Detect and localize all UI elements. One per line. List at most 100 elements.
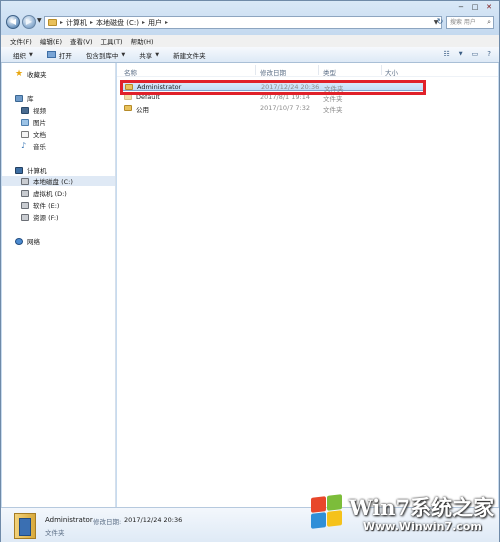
nav-item-label: 图片 [33, 119, 46, 127]
user-folder-icon [14, 513, 36, 539]
column-type[interactable]: 类型 [323, 67, 336, 77]
nav-item-videos[interactable]: 视频 [2, 105, 115, 115]
chevron-down-icon: ▼ [121, 51, 126, 58]
view-controls: ☷ ▼ ▭ ? [444, 50, 491, 59]
column-name[interactable]: 名称 [124, 67, 137, 77]
include-label: 包含到库中 [85, 51, 119, 60]
nav-item-label: 音乐 [33, 143, 46, 151]
menu-help[interactable]: 帮助(H) [131, 36, 154, 46]
details-name: Administrator [45, 516, 93, 524]
highlight-annotation [120, 80, 426, 95]
back-button[interactable]: ◀ [6, 15, 20, 29]
search-input[interactable]: 搜索 用户 ⌕ [446, 16, 494, 29]
organize-button[interactable]: 组织 ▼ [13, 50, 33, 60]
search-placeholder: 搜索 用户 [450, 19, 476, 26]
nav-network[interactable]: 网络 [2, 236, 115, 246]
column-date[interactable]: 修改日期 [260, 67, 286, 77]
chevron-down-icon[interactable]: ▼ [459, 50, 463, 59]
nav-drive-f[interactable]: 资源 (F:) [2, 212, 115, 222]
nav-drive-e[interactable]: 软件 (E:) [2, 200, 115, 210]
search-icon: ⌕ [487, 18, 491, 26]
include-in-library-button[interactable]: 包含到库中 ▼ [86, 50, 125, 60]
minimize-button[interactable]: − [455, 3, 467, 12]
nav-favorites-label: 收藏夹 [27, 71, 47, 79]
nav-favorites[interactable]: ★ 收藏夹 [2, 69, 115, 80]
menu-view[interactable]: 查看(V) [70, 36, 93, 46]
nav-item-documents[interactable]: 文档 [2, 129, 115, 139]
close-button[interactable]: ✕ [483, 3, 495, 12]
folder-icon [48, 19, 57, 26]
chevron-right-icon[interactable]: ▸ [90, 19, 93, 26]
share-label: 共享 [139, 51, 153, 60]
open-button[interactable]: 打开 [46, 50, 72, 60]
nav-computer-label: 计算机 [27, 167, 47, 175]
picture-icon [21, 118, 29, 126]
file-list: 名称 修改日期 类型 大小 Administrator 2017/12/24 2… [117, 63, 498, 507]
nav-item-label: 虚拟机 (D:) [33, 190, 67, 198]
drive-icon [21, 189, 29, 197]
new-folder-label: 新建文件夹 [173, 51, 206, 60]
column-size[interactable]: 大小 [385, 67, 398, 77]
nav-drive-c[interactable]: 本地磁盘 (C:) [2, 176, 115, 186]
view-options-icon[interactable]: ☷ [444, 50, 450, 59]
recent-pages-dropdown[interactable]: ▼ [37, 17, 42, 24]
watermark: Win7系统之家 Www.Winwin7.com [301, 488, 497, 540]
navigation-pane: ★ 收藏夹 库 视频 图片 文档 ♪ 音乐 计算机 本地磁盘 (C:) 虚拟机 … [2, 63, 116, 507]
nav-item-pictures[interactable]: 图片 [2, 117, 115, 127]
share-button[interactable]: 共享 ▼ [139, 50, 159, 60]
drive-icon [21, 213, 29, 221]
details-date: 2017/12/24 20:36 [124, 516, 183, 524]
refresh-icon: ↻ [436, 17, 444, 26]
drive-icon [21, 177, 29, 185]
forward-button[interactable]: ▶ [22, 15, 36, 29]
chevron-right-icon[interactable]: ▸ [165, 19, 168, 26]
nav-item-label: 软件 (E:) [33, 202, 60, 210]
file-name: 公用 [136, 106, 149, 114]
menu-file[interactable]: 文件(F) [10, 36, 32, 46]
nav-item-label: 资源 (F:) [33, 214, 59, 222]
music-icon: ♪ [21, 141, 27, 150]
menu-edit[interactable]: 编辑(E) [40, 36, 62, 46]
video-icon [21, 106, 29, 114]
chevron-down-icon: ▼ [155, 51, 160, 58]
column-divider[interactable] [255, 65, 256, 75]
nav-computer[interactable]: 计算机 [2, 165, 115, 175]
arrow-right-icon: ▶ [25, 17, 33, 26]
folder-icon [124, 105, 132, 111]
nav-item-label: 视频 [33, 107, 46, 115]
new-folder-button[interactable]: 新建文件夹 [173, 50, 206, 60]
document-icon [21, 130, 29, 138]
column-divider[interactable] [381, 65, 382, 75]
breadcrumb-users[interactable]: 用户 [148, 18, 162, 28]
file-row-public[interactable]: 公用 2017/10/7 7:32 文件夹 [121, 103, 424, 114]
column-divider[interactable] [318, 65, 319, 75]
chevron-down-icon: ▼ [29, 51, 33, 58]
open-label: 打开 [58, 51, 72, 60]
breadcrumb-drive-c[interactable]: 本地磁盘 (C:) [96, 18, 139, 28]
details-date-label: 修改日期: [93, 518, 122, 526]
address-row: − □ ✕ ◀ ▶ ▼ ▸ 计算机 ▸ 本地磁盘 (C:) ▸ 用户 ▸ ▼ ↻… [1, 1, 499, 35]
watermark-title: Win7系统之家 [349, 495, 495, 520]
command-bar: 组织 ▼ 打开 包含到库中 ▼ 共享 ▼ 新建文件夹 ☷ ▼ ▭ ? [1, 47, 499, 63]
help-icon[interactable]: ? [487, 50, 491, 59]
explorer-window: − □ ✕ ◀ ▶ ▼ ▸ 计算机 ▸ 本地磁盘 (C:) ▸ 用户 ▸ ▼ ↻… [0, 0, 500, 542]
chevron-right-icon[interactable]: ▸ [60, 19, 63, 26]
nav-item-label: 本地磁盘 (C:) [33, 178, 73, 186]
details-type: 文件夹 [45, 529, 65, 537]
organize-label: 组织 [13, 51, 26, 60]
refresh-button[interactable]: ↻ [435, 16, 445, 29]
maximize-button[interactable]: □ [469, 3, 481, 12]
menu-tools[interactable]: 工具(T) [101, 36, 123, 46]
chevron-right-icon[interactable]: ▸ [142, 19, 145, 26]
nav-drive-d[interactable]: 虚拟机 (D:) [2, 188, 115, 198]
address-bar[interactable]: ▸ 计算机 ▸ 本地磁盘 (C:) ▸ 用户 ▸ ▼ [44, 16, 442, 29]
nav-item-music[interactable]: ♪ 音乐 [2, 141, 115, 152]
nav-network-label: 网络 [27, 238, 40, 246]
preview-pane-icon[interactable]: ▭ [472, 50, 479, 59]
breadcrumb-computer[interactable]: 计算机 [66, 18, 87, 28]
watermark-url: Www.Winwin7.com [363, 520, 482, 533]
nav-libraries[interactable]: 库 [2, 93, 115, 103]
column-header-row: 名称 修改日期 类型 大小 [117, 63, 498, 77]
computer-icon [15, 166, 23, 174]
drive-icon [21, 201, 29, 209]
